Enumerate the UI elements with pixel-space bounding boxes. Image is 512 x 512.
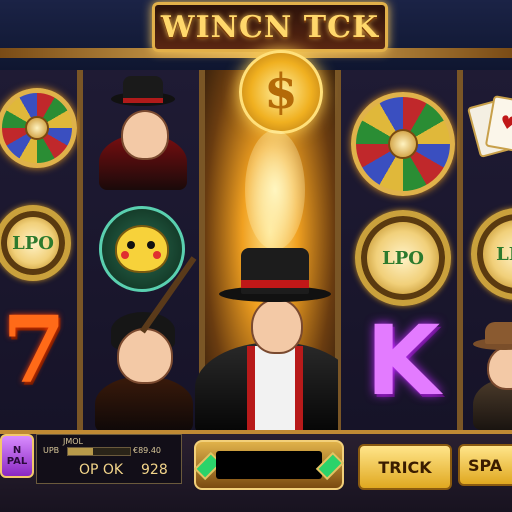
- king-symbol: K: [365, 305, 441, 417]
- coin-label: LPO: [382, 247, 424, 269]
- info-value-left: OP OK: [79, 462, 124, 478]
- slot-machine: WINCN TCK LPO 7 $ LPO K ♥ L N PAL JMOL U…: [0, 0, 512, 512]
- left-button-line2: PAL: [6, 456, 28, 467]
- win-screen: [216, 451, 322, 479]
- info-display: JMOL UPB €89.40 OP OK 928: [36, 434, 182, 484]
- left-menu-button[interactable]: N PAL: [0, 434, 34, 478]
- wizard-character-icon: [93, 76, 193, 194]
- reel-4: LPO K: [338, 70, 460, 430]
- lpo-coin-icon: LPO: [471, 208, 512, 300]
- info-value-right: 928: [141, 462, 168, 478]
- playing-cards-icon: ♥: [466, 94, 512, 174]
- info-label-3: €89.40: [133, 446, 161, 455]
- gold-coin-icon: $: [239, 50, 323, 134]
- coin-label: LPO: [12, 232, 54, 254]
- coin-label: LPO: [496, 243, 512, 265]
- yellow-creature-icon: [99, 206, 185, 292]
- info-label-2: UPB: [43, 446, 60, 455]
- info-label-1: JMOL: [63, 437, 84, 446]
- lpo-coin-icon: LPO: [355, 210, 451, 306]
- reel-5: ♥ LPO: [460, 70, 512, 430]
- magic-swirl: [245, 130, 305, 250]
- info-progress-bar: [67, 447, 131, 456]
- adventurer-character-icon: [473, 322, 512, 430]
- seven-symbol: 7: [1, 296, 66, 404]
- left-button-line1: N: [12, 445, 22, 456]
- prize-wheel-icon: [0, 88, 77, 168]
- reel-area: LPO 7 $ LPO K ♥ L: [0, 50, 512, 434]
- trick-button[interactable]: TRICK: [358, 444, 452, 490]
- spin-button[interactable]: SPA: [458, 444, 512, 486]
- reel-3-featured: $: [139, 50, 355, 434]
- title-plate: WINCN TCK: [152, 2, 388, 52]
- coin-glyph: $: [264, 64, 298, 120]
- game-title: WINCN TCK: [160, 9, 380, 45]
- reel-1: LPO 7: [0, 70, 80, 430]
- prize-wheel-icon: [351, 92, 455, 196]
- lpo-coin-icon: LPO: [0, 205, 71, 281]
- control-panel: N PAL JMOL UPB €89.40 OP OK 928 TRICK SP…: [0, 430, 512, 512]
- center-display: [193, 440, 345, 490]
